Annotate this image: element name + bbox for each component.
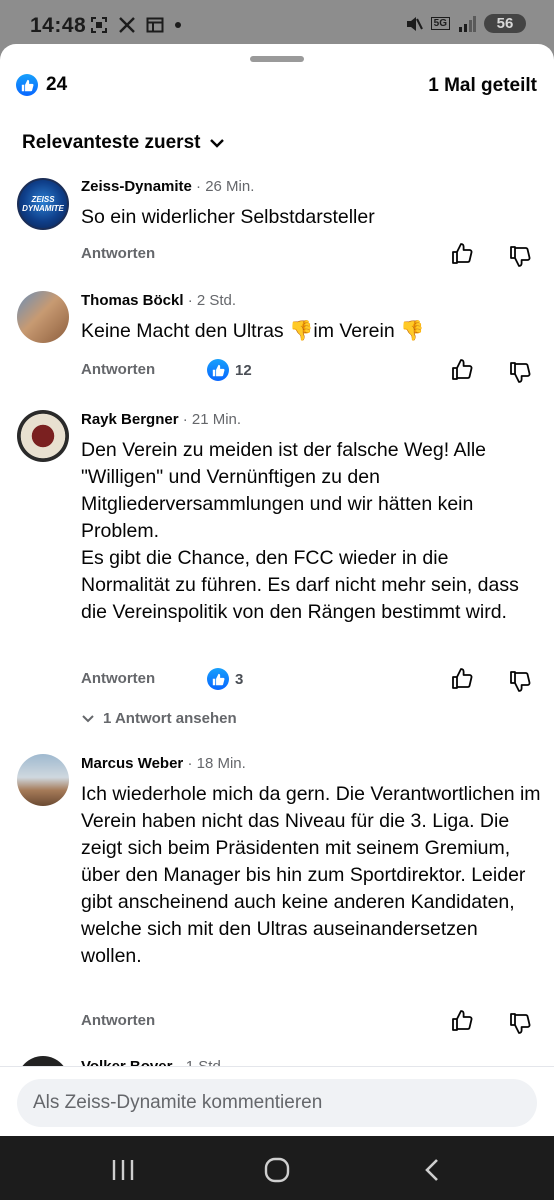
reaction-count: 24: [46, 74, 68, 95]
comment-header: Zeiss-Dynamite · 26 Min.: [81, 178, 254, 195]
calendar-icon: [146, 17, 164, 33]
drag-handle[interactable]: [250, 56, 304, 62]
view-replies-label: 1 Antwort ansehen: [103, 710, 237, 727]
avatar[interactable]: [17, 291, 69, 343]
thumbs-up-icon[interactable]: [451, 667, 475, 691]
comments-sheet: 24 1 Mal geteilt Relevanteste zuerst ZEI…: [0, 44, 554, 1136]
like-icon: [16, 74, 38, 96]
like-icon: [207, 359, 229, 381]
reaction-count: 3: [235, 670, 244, 688]
comment-input[interactable]: Als Zeiss-Dynamite kommentieren: [17, 1079, 537, 1127]
battery-level: 56: [496, 15, 514, 32]
reaction-summary[interactable]: 24: [16, 74, 67, 96]
signal-icon: [459, 15, 476, 32]
view-replies-button[interactable]: 1 Antwort ansehen: [81, 710, 237, 727]
comment-time: · 18 Min.: [187, 755, 246, 772]
thumbs-up-icon[interactable]: [451, 1009, 475, 1033]
thumbs-up-icon[interactable]: [451, 358, 475, 382]
battery-indicator: 56: [484, 14, 526, 33]
comment-header: Rayk Bergner · 21 Min.: [81, 411, 241, 428]
comment-time: · 21 Min.: [182, 411, 242, 428]
network-label: 5G: [430, 17, 450, 30]
reaction-count: 12: [235, 361, 252, 379]
avatar[interactable]: [17, 410, 69, 462]
home-icon[interactable]: [262, 1156, 292, 1184]
thumbs-down-icon[interactable]: [509, 1011, 533, 1035]
comment-header: Marcus Weber · 18 Min.: [81, 755, 246, 772]
comment-text: Ich wiederhole mich da gern. Die Verantw…: [81, 783, 541, 967]
comment-input-placeholder: Als Zeiss-Dynamite kommentieren: [33, 1092, 323, 1113]
chevron-down-icon: [210, 139, 225, 148]
comment-text: So ein widerlicher Selbstdarsteller: [81, 206, 375, 228]
dot-icon: [175, 22, 181, 28]
reply-button[interactable]: Antworten: [81, 670, 155, 687]
author-name[interactable]: Zeiss-Dynamite: [81, 178, 192, 195]
recent-apps-icon[interactable]: [108, 1156, 138, 1184]
status-time: 14:48: [30, 14, 87, 37]
mute-icon: [406, 16, 423, 31]
status-icons-right: 5G 56: [405, 14, 526, 33]
thumbs-up-icon[interactable]: [451, 242, 475, 266]
screenshot-icon: [91, 17, 107, 33]
x-icon: [119, 17, 135, 33]
comment-reactions[interactable]: 12: [207, 359, 252, 381]
status-icons-left: [90, 16, 182, 34]
sort-label: Relevanteste zuerst: [22, 132, 201, 153]
avatar[interactable]: ZEISS DYNAMITE: [17, 178, 69, 230]
system-nav-bar: [0, 1136, 554, 1200]
avatar[interactable]: [17, 754, 69, 806]
share-count[interactable]: 1 Mal geteilt: [428, 75, 537, 97]
author-name[interactable]: Marcus Weber: [81, 755, 183, 772]
thumbs-down-icon[interactable]: [509, 360, 533, 384]
like-icon: [207, 668, 229, 690]
comment-composer-bar: Als Zeiss-Dynamite kommentieren: [0, 1066, 554, 1136]
author-name[interactable]: Thomas Böckl: [81, 292, 184, 309]
back-icon[interactable]: [418, 1156, 448, 1184]
comment-header: Thomas Böckl · 2 Std.: [81, 292, 236, 309]
comment-reactions[interactable]: 3: [207, 668, 243, 690]
comment-time: · 2 Std.: [187, 292, 237, 309]
sort-dropdown[interactable]: Relevanteste zuerst: [22, 132, 226, 154]
thumbs-down-icon[interactable]: [509, 669, 533, 693]
reply-button[interactable]: Antworten: [81, 245, 155, 262]
comment-text: Keine Macht den Ultras 👎im Verein 👎: [81, 320, 425, 342]
chevron-down-icon: [82, 714, 94, 722]
comment-time: · 26 Min.: [196, 178, 255, 195]
comment-text: Den Verein zu meiden ist der falsche Weg…: [81, 439, 519, 623]
thumbs-down-icon[interactable]: [509, 244, 533, 268]
reply-button[interactable]: Antworten: [81, 361, 155, 378]
author-name[interactable]: Rayk Bergner: [81, 411, 179, 428]
reply-button[interactable]: Antworten: [81, 1012, 155, 1029]
avatar-logo-text: ZEISS DYNAMITE: [22, 195, 64, 213]
